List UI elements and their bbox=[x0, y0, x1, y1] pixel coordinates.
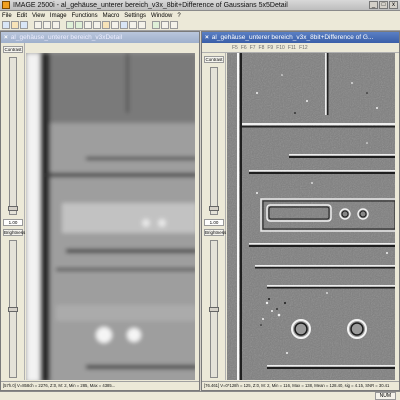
right-image-canvas[interactable] bbox=[227, 53, 395, 380]
fkey-f9[interactable]: F9 bbox=[267, 45, 273, 51]
save-icon[interactable] bbox=[20, 21, 28, 29]
cut-icon[interactable] bbox=[34, 21, 42, 29]
menubar: File Edit View Image Functions Macro Set… bbox=[0, 11, 400, 20]
app-icon bbox=[2, 1, 10, 9]
right-window-toolbar: F5 F6 F7 F8 F9 F10 F11 F12 bbox=[202, 43, 399, 53]
menu-macro[interactable]: Macro bbox=[103, 13, 120, 19]
histogram-icon[interactable] bbox=[102, 21, 110, 29]
main-toolbar bbox=[0, 20, 400, 31]
maximize-button[interactable]: □ bbox=[379, 1, 388, 9]
left-contrast-label: Contrast bbox=[3, 46, 23, 53]
new-icon[interactable] bbox=[2, 21, 10, 29]
right-window-titlebar[interactable]: × al_gehäuse_unterer bereich_v3x_8bit+Di… bbox=[202, 32, 399, 43]
rotate-icon[interactable] bbox=[129, 21, 137, 29]
left-window-titlebar[interactable]: × al_gehäuse_unterer bereich_v3xDetail bbox=[1, 32, 199, 43]
left-adjust-panel: Contrast 1.00 Brightness bbox=[1, 43, 25, 380]
zoom-in-icon[interactable] bbox=[66, 21, 74, 29]
left-brightness-thumb[interactable] bbox=[8, 307, 18, 312]
left-contrast-value[interactable]: 1.00 bbox=[3, 219, 23, 226]
measure-icon[interactable] bbox=[111, 21, 119, 29]
app-statusbar: NUM bbox=[0, 391, 400, 400]
left-contrast-thumb[interactable] bbox=[8, 206, 18, 211]
right-brightness-label: Brightness bbox=[204, 229, 227, 236]
fkey-f11[interactable]: F11 bbox=[288, 45, 296, 51]
right-image-window[interactable]: × al_gehäuse_unterer bereich_v3x_8bit+Di… bbox=[201, 31, 400, 391]
fkey-f12[interactable]: F12 bbox=[299, 45, 308, 51]
help-icon[interactable] bbox=[170, 21, 178, 29]
open-icon[interactable] bbox=[11, 21, 19, 29]
copy-icon[interactable] bbox=[43, 21, 51, 29]
left-statusbar: [57h.0] V=858ch = 2276, Z:0, M: 2, Min =… bbox=[1, 381, 199, 390]
num-lock-indicator: NUM bbox=[374, 392, 396, 400]
right-contrast-thumb[interactable] bbox=[209, 206, 219, 211]
app-titlebar[interactable]: IMAGE 2500i - al_gehäuse_unterer bereich… bbox=[0, 0, 400, 11]
zoom-out-icon[interactable] bbox=[75, 21, 83, 29]
filter-icon[interactable] bbox=[120, 21, 128, 29]
macro-icon[interactable] bbox=[152, 21, 160, 29]
fkey-f6[interactable]: F6 bbox=[241, 45, 247, 51]
left-close-icon[interactable]: × bbox=[4, 34, 8, 41]
menu-settings[interactable]: Settings bbox=[124, 13, 146, 19]
select-icon[interactable] bbox=[84, 21, 92, 29]
menu-functions[interactable]: Functions bbox=[72, 13, 98, 19]
left-contrast-slider[interactable] bbox=[8, 57, 18, 215]
app-title: IMAGE 2500i - al_gehäuse_unterer bereich… bbox=[13, 1, 288, 9]
fkey-f8[interactable]: F8 bbox=[259, 45, 265, 51]
right-adjust-panel: Contrast 1.00 Brightness bbox=[202, 53, 226, 380]
flip-icon[interactable] bbox=[138, 21, 146, 29]
right-brightness-thumb[interactable] bbox=[209, 307, 219, 312]
left-window-title: al_gehäuse_unterer bereich_v3xDetail bbox=[10, 34, 123, 41]
left-image-window[interactable]: × al_gehäuse_unterer bereich_v3xDetail C… bbox=[0, 31, 200, 391]
print-icon[interactable] bbox=[161, 21, 169, 29]
paste-icon[interactable] bbox=[52, 21, 60, 29]
fkey-f7[interactable]: F7 bbox=[250, 45, 256, 51]
left-image bbox=[26, 53, 195, 380]
menu-help[interactable]: ? bbox=[177, 13, 180, 19]
right-contrast-value[interactable]: 1.00 bbox=[204, 219, 224, 226]
right-contrast-label: Contrast bbox=[204, 56, 224, 63]
menu-image[interactable]: Image bbox=[50, 13, 67, 19]
right-brightness-slider[interactable] bbox=[209, 240, 219, 378]
close-button[interactable]: x bbox=[389, 1, 398, 9]
right-contrast-slider[interactable] bbox=[209, 67, 219, 215]
window-controls: _ □ x bbox=[369, 1, 398, 9]
left-brightness-slider[interactable] bbox=[8, 240, 18, 378]
right-close-icon[interactable]: × bbox=[205, 34, 209, 41]
minimize-button[interactable]: _ bbox=[369, 1, 378, 9]
left-image-canvas[interactable] bbox=[26, 53, 195, 380]
right-image bbox=[227, 53, 395, 380]
menu-window[interactable]: Window bbox=[151, 13, 172, 19]
menu-edit[interactable]: Edit bbox=[17, 13, 27, 19]
menu-file[interactable]: File bbox=[2, 13, 12, 19]
crop-icon[interactable] bbox=[93, 21, 101, 29]
left-brightness-label: Brightness bbox=[3, 229, 26, 236]
fkey-f5[interactable]: F5 bbox=[232, 45, 238, 51]
right-statusbar: [76.461] V=0*128h = 125, Z:0, M: 2, Min … bbox=[202, 381, 399, 390]
menu-view[interactable]: View bbox=[32, 13, 45, 19]
fkey-f10[interactable]: F10 bbox=[276, 45, 285, 51]
right-window-title: al_gehäuse_unterer bereich_v3x_8bit+Diff… bbox=[211, 34, 374, 41]
